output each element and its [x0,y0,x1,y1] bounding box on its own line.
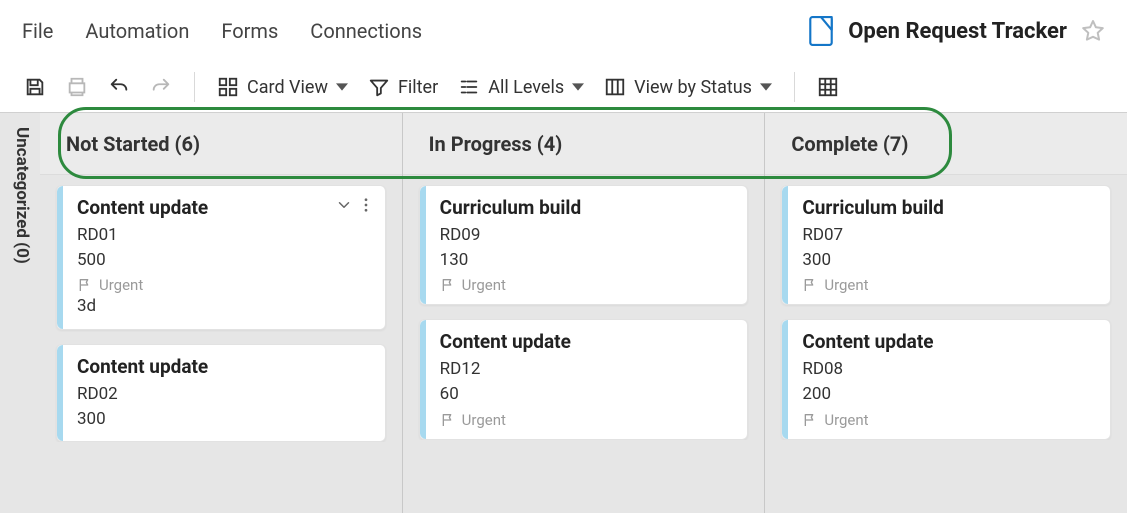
view-mode-label: Card View [247,77,328,98]
save-icon [24,76,46,98]
card-tag-row: Urgent [802,411,1096,429]
card-tag: Urgent [824,276,868,294]
flag-icon [440,412,456,428]
sheet-icon [808,16,834,46]
card[interactable]: Content update RD02 300 [56,344,386,442]
print-icon [66,76,88,98]
caret-down-icon [336,81,348,93]
card-view-icon [217,76,239,98]
menu-connections[interactable]: Connections [310,19,422,43]
card-id: RD02 [77,382,371,407]
card-tag-row: Urgent [440,276,734,294]
column-not-started: Not Started (6) Content update RD01 500 [40,113,402,513]
menu-file[interactable]: File [22,19,53,43]
card[interactable]: Curriculum build RD07 300 Urgent [781,185,1111,305]
sheet-title: Open Request Tracker [848,19,1067,44]
uncategorized-lane-label[interactable]: Uncategorized (0) [0,113,40,513]
card[interactable]: Content update RD01 500 Urgent 3d [56,185,386,330]
flag-icon [77,277,93,293]
board: Uncategorized (0) Not Started (6) Conten… [0,112,1127,513]
card-title: Content update [77,196,371,219]
card-tag: Urgent [99,276,143,294]
card-id: RD07 [802,223,1096,248]
card-id: RD01 [77,223,371,248]
sheet-title-row: Open Request Tracker [808,16,1105,46]
grid-view-button[interactable] [811,72,845,102]
card-tag: Urgent [462,411,506,429]
redo-button[interactable] [144,72,178,102]
card[interactable]: Content update RD08 200 Urgent [781,319,1111,439]
columns-icon [604,76,626,98]
save-button[interactable] [18,72,52,102]
column-body: Curriculum build RD09 130 Urgent Content… [403,175,765,440]
card-title: Curriculum build [802,196,1096,219]
card-tag-row: Urgent [440,411,734,429]
kebab-icon[interactable] [357,196,375,214]
levels-icon [458,76,480,98]
toolbar: Card View Filter All Levels View by Stat… [0,62,1127,112]
view-mode-selector[interactable]: Card View [211,72,354,102]
filter-icon [368,76,390,98]
star-icon[interactable] [1081,19,1105,43]
column-in-progress: In Progress (4) Curriculum build RD09 13… [402,113,765,513]
main-menu: File Automation Forms Connections [22,19,422,43]
card-value: 130 [440,248,734,273]
toolbar-separator [794,72,795,102]
columns-container: Not Started (6) Content update RD01 500 [40,113,1127,513]
caret-down-icon [572,81,584,93]
levels-label: All Levels [488,77,564,98]
column-body: Curriculum build RD07 300 Urgent Content… [765,175,1127,440]
menu-forms[interactable]: Forms [221,19,278,43]
card-id: RD08 [802,357,1096,382]
redo-icon [150,76,172,98]
flag-icon [440,277,456,293]
card-tag: Urgent [462,276,506,294]
card-id: RD09 [440,223,734,248]
card-duration: 3d [77,294,371,319]
column-header[interactable]: Not Started (6) [40,113,402,175]
flag-icon [802,412,818,428]
card-value: 300 [77,407,371,432]
card-value: 60 [440,382,734,407]
card-tag-row: Urgent [802,276,1096,294]
card-value: 200 [802,382,1096,407]
card-title: Content update [440,330,734,353]
view-by-label: View by Status [634,77,752,98]
card[interactable]: Curriculum build RD09 130 Urgent [419,185,749,305]
column-header[interactable]: Complete (7) [765,113,1127,175]
column-body: Content update RD01 500 Urgent 3d Conten… [40,175,402,442]
card[interactable]: Content update RD12 60 Urgent [419,319,749,439]
view-by-selector[interactable]: View by Status [598,72,778,102]
menu-automation[interactable]: Automation [85,19,189,43]
caret-down-icon [760,81,772,93]
card-value: 500 [77,248,371,273]
chevron-down-icon[interactable] [335,196,353,214]
card-title: Content update [802,330,1096,353]
levels-selector[interactable]: All Levels [452,72,590,102]
card-actions [335,196,375,214]
card-tag-row: Urgent [77,276,371,294]
undo-icon [108,76,130,98]
card-value: 300 [802,248,1096,273]
grid-icon [817,76,839,98]
column-header[interactable]: In Progress (4) [403,113,765,175]
toolbar-separator [194,72,195,102]
card-tag: Urgent [824,411,868,429]
top-bar: File Automation Forms Connections Open R… [0,0,1127,62]
flag-icon [802,277,818,293]
filter-label: Filter [398,77,438,98]
filter-button[interactable]: Filter [362,72,444,102]
card-id: RD12 [440,357,734,382]
print-button[interactable] [60,72,94,102]
column-complete: Complete (7) Curriculum build RD07 300 U… [764,113,1127,513]
card-title: Curriculum build [440,196,734,219]
undo-button[interactable] [102,72,136,102]
card-title: Content update [77,355,371,378]
